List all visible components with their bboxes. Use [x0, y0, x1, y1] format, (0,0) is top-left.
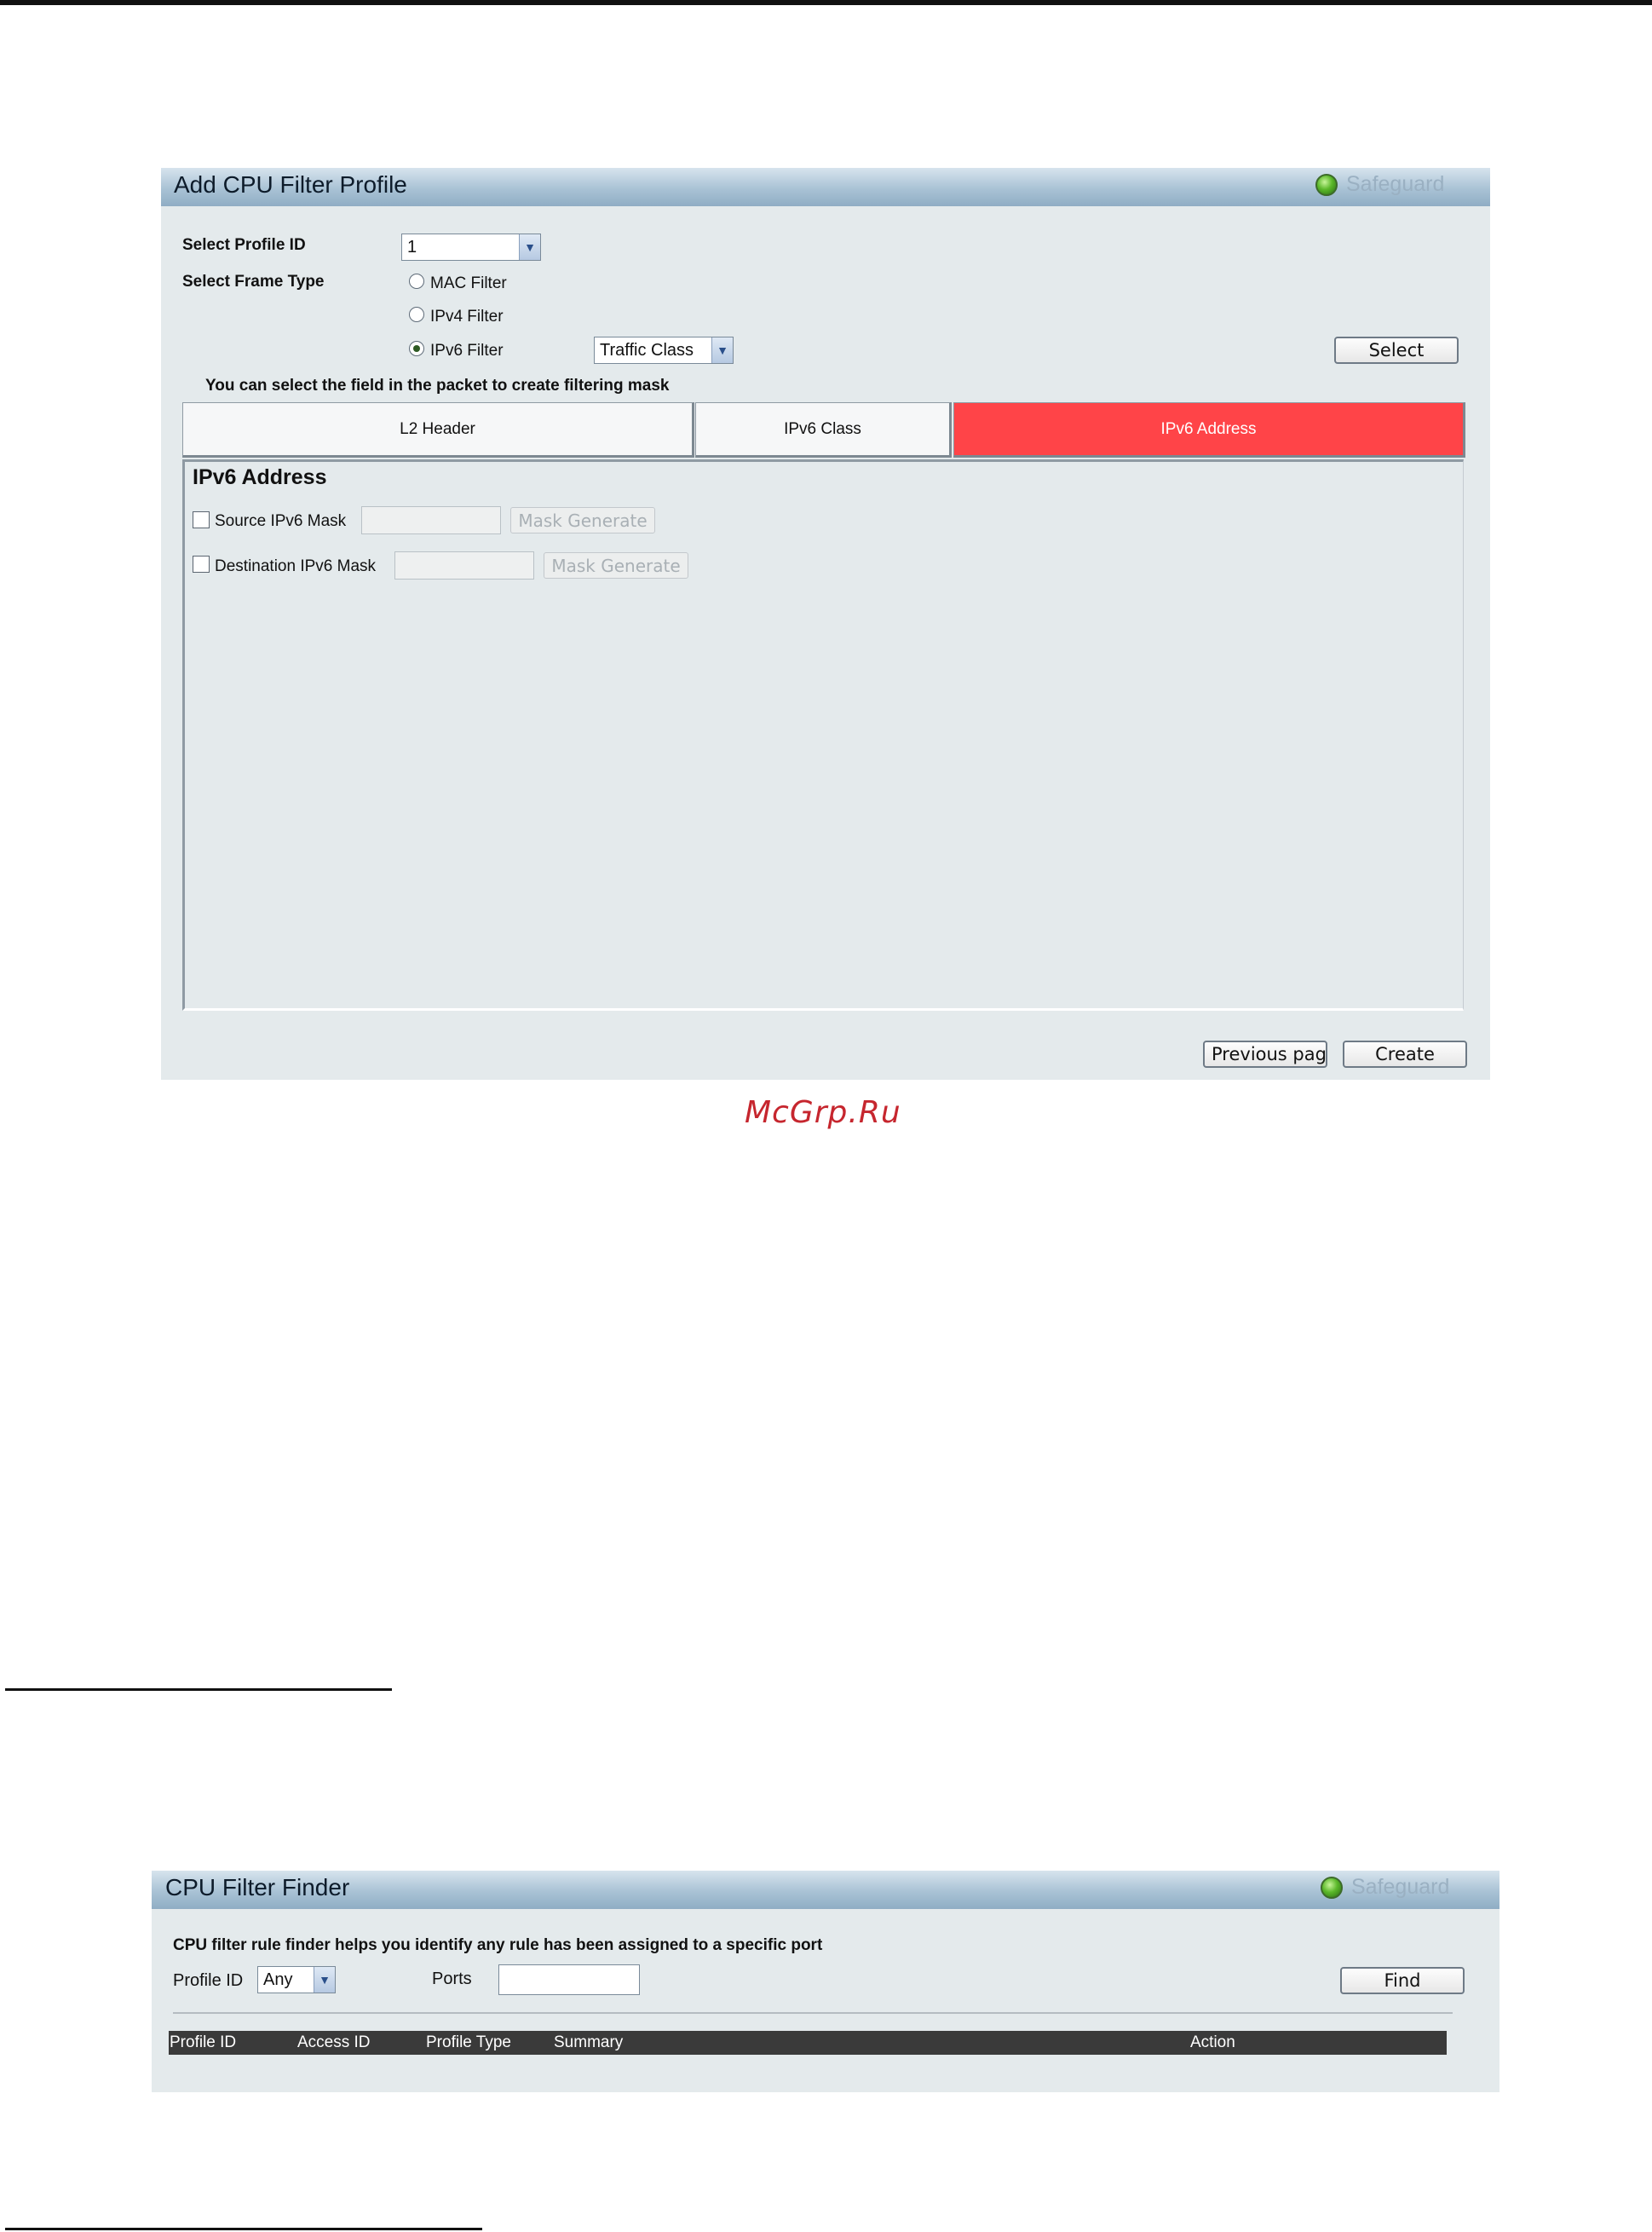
select-button[interactable]: Select — [1334, 337, 1459, 364]
profile-id-label: Select Profile ID — [182, 236, 306, 254]
destination-ipv6-mask-input[interactable] — [394, 551, 534, 580]
chevron-down-icon[interactable]: ▼ — [314, 1967, 335, 1993]
tab-ipv6-address[interactable]: IPv6 Address — [953, 402, 1465, 458]
safeguard-label: Safeguard — [1346, 172, 1445, 196]
page-title: Add CPU Filter Profile — [174, 171, 407, 198]
bottom-rule — [5, 2228, 482, 2230]
column-action: Action — [1190, 2033, 1235, 2051]
tab-l2-header[interactable]: L2 Header — [182, 402, 694, 458]
finder-titlebar — [152, 1871, 1499, 1912]
destination-mask-generate-button[interactable]: Mask Generate — [544, 552, 688, 579]
finder-profile-id-label: Profile ID — [173, 1971, 244, 1990]
finder-description: CPU filter rule finder helps you identif… — [173, 1936, 823, 1954]
finder-profile-id-value: Any — [263, 1970, 293, 1989]
finder-safeguard-indicator: Safeguard — [1321, 1875, 1449, 1900]
finder-profile-id-select[interactable]: Any ▼ — [257, 1966, 336, 1993]
ipv6-filter-label: IPv6 Filter — [430, 342, 504, 360]
ipv6-field-select[interactable]: Traffic Class ▼ — [594, 337, 734, 364]
radio-selected-icon — [413, 345, 420, 352]
ipv4-filter-radio[interactable] — [409, 307, 424, 322]
profile-id-value: 1 — [407, 237, 417, 257]
safeguard-status-icon — [1321, 1876, 1343, 1899]
frame-type-label: Select Frame Type — [182, 273, 325, 291]
destination-ipv6-mask-label: Destination IPv6 Mask — [215, 557, 377, 575]
ports-label: Ports — [432, 1970, 472, 1988]
ipv6-address-section — [182, 459, 1464, 1011]
source-ipv6-mask-input[interactable] — [361, 506, 501, 534]
source-ipv6-mask-checkbox[interactable] — [193, 511, 210, 528]
column-profile-type: Profile Type — [426, 2033, 511, 2051]
ports-input[interactable] — [498, 1964, 640, 1995]
ipv6-filter-radio[interactable] — [409, 341, 424, 356]
watermark-text: McGrp.Ru — [745, 1095, 901, 1130]
chevron-down-icon[interactable]: ▼ — [711, 337, 733, 363]
create-button[interactable]: Create — [1343, 1041, 1467, 1068]
finder-divider — [173, 2012, 1453, 2014]
column-summary: Summary — [554, 2033, 624, 2051]
separator-rule — [5, 1688, 392, 1691]
source-ipv6-mask-label: Source IPv6 Mask — [215, 512, 347, 530]
ipv6-field-value: Traffic Class — [600, 340, 694, 360]
profile-id-select[interactable]: 1 ▼ — [401, 234, 541, 261]
top-rule — [0, 0, 1652, 5]
source-mask-generate-button[interactable]: Mask Generate — [510, 507, 655, 533]
finder-title: CPU Filter Finder — [165, 1874, 350, 1900]
mac-filter-radio[interactable] — [409, 274, 424, 289]
column-profile-id: Profile ID — [170, 2033, 237, 2051]
ipv4-filter-label: IPv4 Filter — [430, 308, 504, 326]
chevron-down-icon[interactable]: ▼ — [519, 234, 540, 260]
finder-safeguard-label: Safeguard — [1351, 1875, 1450, 1899]
column-access-id: Access ID — [297, 2033, 371, 2051]
find-button[interactable]: Find — [1340, 1967, 1465, 1994]
previous-page-button[interactable]: Previous pag — [1203, 1041, 1327, 1068]
filter-instruction: You can select the field in the packet t… — [205, 377, 670, 395]
tab-ipv6-class[interactable]: IPv6 Class — [695, 402, 952, 458]
safeguard-status-icon — [1315, 173, 1338, 196]
section-title: IPv6 Address — [193, 465, 327, 489]
mac-filter-label: MAC Filter — [430, 274, 507, 292]
safeguard-indicator: Safeguard — [1315, 172, 1444, 197]
destination-ipv6-mask-checkbox[interactable] — [193, 556, 210, 573]
